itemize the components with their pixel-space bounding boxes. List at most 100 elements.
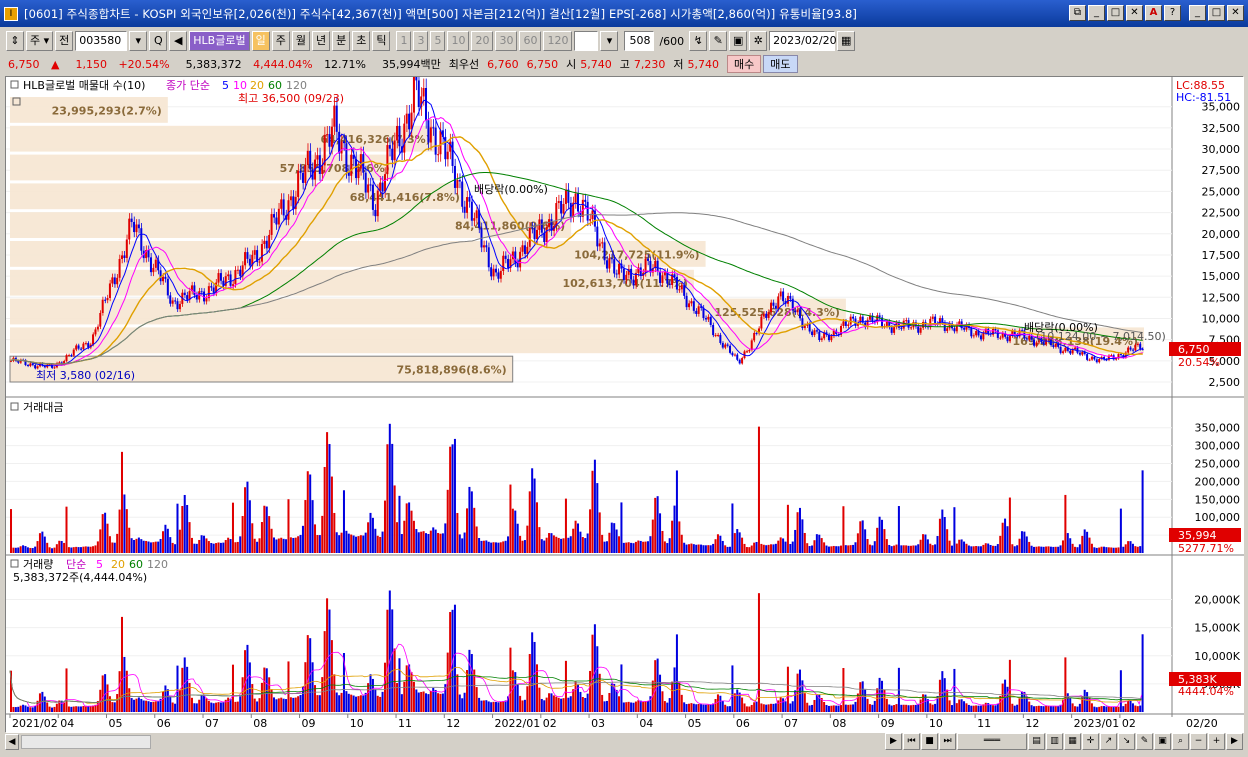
interval-3-button[interactable]: 3	[413, 31, 429, 51]
volume-bar	[721, 700, 724, 712]
layout3-icon[interactable]: ▦	[1064, 733, 1081, 750]
chart-type-icon[interactable]: ⇕	[6, 31, 24, 51]
fast-forward-icon[interactable]: ⏭	[939, 733, 956, 750]
layout1-icon[interactable]: ▤	[1028, 733, 1045, 750]
interval-dropdown-icon[interactable]: ▾	[600, 31, 619, 51]
amount-bar	[673, 505, 676, 553]
amount-bar	[1115, 547, 1118, 553]
candle-body	[29, 363, 32, 366]
period-type-select[interactable]: 주 ▾	[26, 31, 54, 51]
stop-icon[interactable]: ■	[921, 733, 938, 750]
date-input[interactable]: 2023/02/20	[769, 31, 837, 51]
scroll-track[interactable]	[21, 735, 151, 749]
amount-bar	[878, 516, 881, 553]
line-tool-icon[interactable]: ↗	[1100, 733, 1117, 750]
candle-body	[777, 296, 780, 309]
play-icon[interactable]: ▶	[885, 733, 902, 750]
buy-button[interactable]: 매수	[727, 55, 762, 73]
amount-bar	[441, 533, 444, 553]
draw-tool-icon[interactable]: ✎	[1136, 733, 1153, 750]
volume-bar	[741, 697, 744, 712]
search-icon[interactable]: Q	[149, 31, 168, 51]
calendar-icon[interactable]: ▦	[837, 31, 856, 51]
interval-120-button[interactable]: 120	[543, 31, 573, 51]
amount-bar	[709, 545, 712, 553]
restore-icon[interactable]: ⧉	[1069, 5, 1086, 21]
tool-icon[interactable]: ✎	[709, 31, 728, 51]
price-tick-label: 25,000	[1202, 185, 1241, 198]
app-close-icon[interactable]: ✕	[1227, 5, 1244, 21]
volume-bar	[511, 670, 514, 712]
trend-tool-icon[interactable]: ↘	[1118, 733, 1135, 750]
period-day-button[interactable]: 일	[251, 31, 270, 51]
period-second-button[interactable]: 초	[352, 31, 371, 51]
candle-body	[796, 309, 799, 313]
interval-60-button[interactable]: 60	[519, 31, 542, 51]
candle-body	[299, 170, 302, 173]
amount-bar	[434, 529, 437, 553]
amount-bar	[67, 547, 70, 553]
amount-bar	[422, 531, 425, 553]
volume-bar	[439, 693, 442, 712]
scroll-right-icon[interactable]: ▶	[1226, 733, 1243, 750]
amount-bar	[977, 546, 980, 553]
settings-icon[interactable]: ✲	[749, 31, 768, 51]
interval-1-button[interactable]: 1	[396, 31, 412, 51]
period-month-button[interactable]: 월	[291, 31, 310, 51]
sound-icon[interactable]: ◀	[169, 31, 188, 51]
volume-bar	[854, 701, 857, 712]
volume-bar	[598, 673, 601, 712]
interval-20-button[interactable]: 20	[471, 31, 494, 51]
amount-bar	[1127, 541, 1130, 553]
period-minute-button[interactable]: 분	[332, 31, 351, 51]
app-minimize-icon[interactable]: _	[1189, 5, 1206, 21]
amount-bar	[941, 509, 944, 553]
zoom-track[interactable]: ═══	[957, 733, 1027, 750]
volume-bar	[1105, 706, 1108, 712]
save-icon[interactable]: ▣	[729, 31, 748, 51]
amount-bar	[258, 538, 261, 553]
code-dropdown-icon[interactable]: ▾	[129, 31, 148, 51]
volume-bar	[567, 697, 570, 712]
zoom-in-icon[interactable]: +	[1208, 733, 1225, 750]
print-icon[interactable]: ▣	[1154, 733, 1171, 750]
prev-button[interactable]: 전	[55, 31, 74, 51]
volume-bar	[934, 703, 937, 712]
sell-button[interactable]: 매도	[763, 55, 798, 73]
amount-bar	[1122, 546, 1125, 553]
app-maximize-icon[interactable]: □	[1208, 5, 1225, 21]
volume-bar	[241, 677, 244, 712]
data-count-input[interactable]: 508	[624, 31, 655, 51]
chart-area[interactable]: 23,995,293(2.7%) 64,416,326(7.3%) 84,411,8…	[5, 64, 1244, 733]
interval-5-button[interactable]: 5	[430, 31, 446, 51]
scroll-left-icon[interactable]: ◀	[5, 734, 19, 750]
volume-bar	[72, 706, 75, 712]
crosshair-icon[interactable]: ✛	[1082, 733, 1099, 750]
font-icon[interactable]: A	[1145, 5, 1162, 21]
period-tick-button[interactable]: 틱	[372, 31, 391, 51]
minimize-icon[interactable]: _	[1088, 5, 1105, 21]
refresh-icon[interactable]: ↯	[689, 31, 708, 51]
help-icon[interactable]: ?	[1164, 5, 1181, 21]
interval-custom-input[interactable]	[574, 31, 599, 51]
zoom-icon[interactable]: ⌕	[1172, 733, 1189, 750]
candle-body	[451, 141, 454, 166]
stock-code-input[interactable]: 003580	[75, 31, 128, 51]
candle-body	[408, 113, 411, 130]
period-week-button[interactable]: 주	[271, 31, 290, 51]
maximize-icon[interactable]: □	[1107, 5, 1124, 21]
amount-bar	[224, 540, 227, 553]
rewind-icon[interactable]: ⏮	[903, 733, 920, 750]
layout2-icon[interactable]: ▥	[1046, 733, 1063, 750]
zoom-out-icon[interactable]: −	[1190, 733, 1207, 750]
close-icon[interactable]: ✕	[1126, 5, 1143, 21]
interval-30-button[interactable]: 30	[495, 31, 518, 51]
interval-10-button[interactable]: 10	[447, 31, 470, 51]
candle-body	[439, 130, 442, 155]
candle-body	[415, 74, 418, 81]
period-year-button[interactable]: 년	[311, 31, 331, 51]
stock-name-field[interactable]: HLB글로벌	[189, 31, 250, 51]
candle-body	[733, 354, 736, 356]
volume-bar	[328, 609, 331, 712]
stock-chart-svg[interactable]: 23,995,293(2.7%)64,416,326(7.3%)84,411,8…	[6, 64, 1244, 733]
